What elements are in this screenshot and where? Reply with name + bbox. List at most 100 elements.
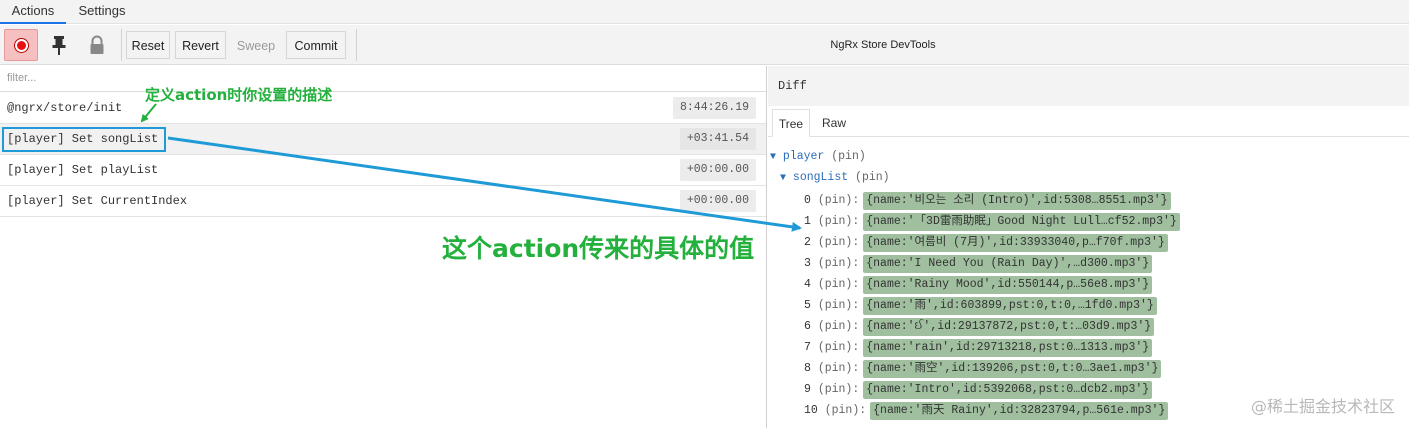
pin-button[interactable] bbox=[42, 29, 76, 61]
tree-item-index: 8 bbox=[804, 362, 811, 375]
action-name: @ngrx/store/init bbox=[7, 101, 123, 115]
diff-header: Diff bbox=[768, 66, 1409, 106]
tab-tree[interactable]: Tree bbox=[772, 109, 810, 137]
tree-key: player bbox=[782, 150, 825, 163]
tree-item-value[interactable]: {name:'Rainy Mood',id:550144,p…56e8.mp3'… bbox=[863, 276, 1153, 294]
tree-node-songlist[interactable]: ▼ songList (pin) bbox=[780, 171, 890, 184]
pin-label: (pin) bbox=[817, 320, 853, 333]
toolbar: Reset Revert Sweep Commit NgRx Store Dev… bbox=[0, 25, 1409, 65]
tree-item-row[interactable]: 8 (pin): {name:'雨空',id:139206,pst:0,t:0…3… bbox=[804, 360, 1162, 378]
pin-label: (pin) bbox=[831, 150, 866, 163]
tree-item-value[interactable]: {name:'ઈ',id:29137872,pst:0,t:…03d9.mp3'… bbox=[863, 318, 1155, 336]
record-icon bbox=[15, 39, 28, 52]
devtools-title: NgRx Store DevTools bbox=[356, 29, 1409, 61]
reset-button[interactable]: Reset bbox=[126, 31, 170, 59]
separator: : bbox=[852, 236, 860, 249]
annotation-action-description: 定义action时你设置的描述 bbox=[145, 86, 333, 104]
separator: : bbox=[859, 404, 867, 417]
tree-item-row[interactable]: 1 (pin): {name:'「3D雷雨助眠」Good Night Lull…c… bbox=[804, 213, 1180, 231]
tree-item-value[interactable]: {name:'비오는 소리 (Intro)',id:5308…8551.mp3'… bbox=[863, 192, 1171, 210]
tree-item-value[interactable]: {name:'rain',id:29713218,pst:0…1313.mp3'… bbox=[863, 339, 1153, 357]
tree-item-row[interactable]: 2 (pin): {name:'여름비 (7月)',id:33933040,p…f… bbox=[804, 234, 1168, 252]
watermark: @稀土掘金技术社区 bbox=[1250, 397, 1395, 416]
pin-label: (pin) bbox=[817, 341, 853, 354]
pin-label: (pin) bbox=[817, 257, 853, 270]
sweep-button[interactable]: Sweep bbox=[231, 31, 281, 59]
tree-item-value[interactable]: {name:'雨',id:603899,pst:0,t:0,…1fd0.mp3'… bbox=[863, 297, 1157, 315]
tree-item-row[interactable]: 7 (pin): {name:'rain',id:29713218,pst:0…1… bbox=[804, 339, 1153, 357]
pin-label: (pin) bbox=[817, 383, 853, 396]
revert-button[interactable]: Revert bbox=[175, 31, 226, 59]
tree-item-row[interactable]: 5 (pin): {name:'雨',id:603899,pst:0,t:0,…1… bbox=[804, 297, 1157, 315]
tab-raw[interactable]: Raw bbox=[816, 109, 852, 137]
tree-item-index: 3 bbox=[804, 257, 811, 270]
separator: : bbox=[852, 299, 860, 312]
lock-icon bbox=[90, 35, 104, 54]
action-row-set-playlist[interactable]: [player] Set playList +00:00.00 bbox=[0, 155, 766, 186]
tree-item-index: 5 bbox=[804, 299, 811, 312]
tree-item-row[interactable]: 6 (pin): {name:'ઈ',id:29137872,pst:0,t:…0… bbox=[804, 318, 1155, 336]
lock-button[interactable] bbox=[80, 29, 114, 61]
action-time: +00:00.00 bbox=[679, 159, 756, 181]
tree-item-row[interactable]: 3 (pin): {name:'I Need You (Rain Day)',…d… bbox=[804, 255, 1153, 273]
tree-item-index: 10 bbox=[804, 404, 818, 417]
tab-actions[interactable]: Actions bbox=[0, 0, 66, 24]
action-row-init[interactable]: @ngrx/store/init 8:44:26.19 bbox=[0, 93, 766, 124]
action-row-set-songlist[interactable]: [player] Set songList +03:41.54 bbox=[0, 124, 766, 155]
diff-panel: Diff Tree Raw ▼ player (pin) ▼ songList … bbox=[768, 66, 1409, 428]
tree-key: songList bbox=[792, 171, 849, 184]
pin-label: (pin) bbox=[817, 278, 853, 291]
action-time: +00:00.00 bbox=[679, 190, 756, 212]
tree-item-value[interactable]: {name:'「3D雷雨助眠」Good Night Lull…cf52.mp3'… bbox=[863, 213, 1180, 231]
separator: : bbox=[852, 320, 860, 333]
tree-item-index: 0 bbox=[804, 194, 811, 207]
action-name: [player] Set songList bbox=[7, 132, 159, 146]
tree-item-row[interactable]: 0 (pin): {name:'비오는 소리 (Intro)',id:5308…8… bbox=[804, 192, 1171, 210]
expand-triangle-icon: ▼ bbox=[780, 173, 787, 184]
record-button[interactable] bbox=[4, 29, 38, 61]
separator: : bbox=[852, 362, 860, 375]
pin-icon bbox=[52, 36, 66, 55]
annotation-action-value: 这个action传来的具体的值 bbox=[442, 234, 755, 263]
pin-label: (pin) bbox=[817, 236, 853, 249]
tree-item-index: 4 bbox=[804, 278, 811, 291]
separator: : bbox=[852, 341, 860, 354]
expand-triangle-icon: ▼ bbox=[770, 152, 777, 163]
pin-label: (pin) bbox=[817, 194, 853, 207]
tree-node-player[interactable]: ▼ player (pin) bbox=[770, 150, 866, 163]
separator: : bbox=[852, 278, 860, 291]
tree-item-index: 7 bbox=[804, 341, 811, 354]
tree-item-index: 2 bbox=[804, 236, 811, 249]
tree-item-value[interactable]: {name:'雨空',id:139206,pst:0,t:0…3ae1.mp3'… bbox=[863, 360, 1162, 378]
tree-item-index: 1 bbox=[804, 215, 811, 228]
action-row-set-currentindex[interactable]: [player] Set CurrentIndex +00:00.00 bbox=[0, 186, 766, 217]
tree-item-value[interactable]: {name:'여름비 (7月)',id:33933040,p…f70f.mp3'… bbox=[863, 234, 1168, 252]
tree-item-value[interactable]: {name:'雨天 Rainy',id:32823794,p…561e.mp3'… bbox=[870, 402, 1169, 420]
tree-item-value[interactable]: {name:'I Need You (Rain Day)',…d300.mp3'… bbox=[863, 255, 1153, 273]
action-time: +03:41.54 bbox=[679, 128, 756, 150]
tree-item-value[interactable]: {name:'Intro',id:5392068,pst:0…dcb2.mp3'… bbox=[863, 381, 1153, 399]
separator: : bbox=[852, 383, 860, 396]
action-time: 8:44:26.19 bbox=[672, 97, 756, 119]
action-name: [player] Set CurrentIndex bbox=[7, 194, 188, 208]
pin-label: (pin) bbox=[824, 404, 860, 417]
separator: : bbox=[852, 257, 860, 270]
action-name: [player] Set playList bbox=[7, 163, 159, 177]
tree-item-index: 9 bbox=[804, 383, 811, 396]
filter-input[interactable]: filter... bbox=[0, 66, 766, 92]
top-tab-bar: Actions Settings bbox=[0, 0, 1409, 24]
tab-settings[interactable]: Settings bbox=[72, 0, 132, 24]
pin-label: (pin) bbox=[817, 362, 853, 375]
pin-label: (pin) bbox=[817, 299, 853, 312]
tree-item-row[interactable]: 10 (pin): {name:'雨天 Rainy',id:32823794,p…… bbox=[804, 402, 1169, 420]
tree-item-row[interactable]: 9 (pin): {name:'Intro',id:5392068,pst:0…d… bbox=[804, 381, 1153, 399]
pin-label: (pin) bbox=[817, 215, 853, 228]
separator: : bbox=[852, 194, 860, 207]
separator: : bbox=[852, 215, 860, 228]
pin-label: (pin) bbox=[855, 171, 890, 184]
tree-item-row[interactable]: 4 (pin): {name:'Rainy Mood',id:550144,p…5… bbox=[804, 276, 1153, 294]
toolbar-separator bbox=[121, 29, 122, 61]
diff-view-tabs: Tree Raw bbox=[768, 109, 1409, 137]
tree-item-index: 6 bbox=[804, 320, 811, 333]
commit-button[interactable]: Commit bbox=[286, 31, 346, 59]
